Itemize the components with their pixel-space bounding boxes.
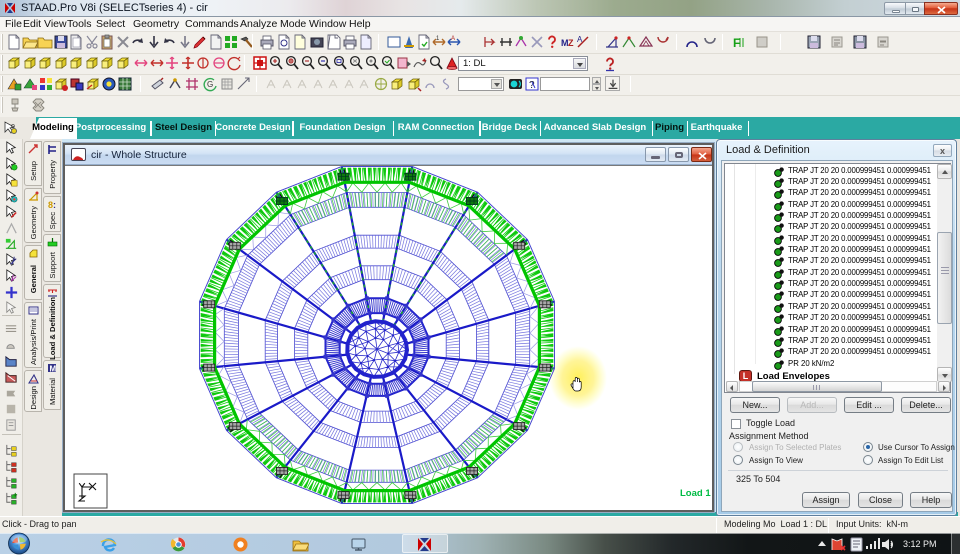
svg-text:Load 1: Load 1 (680, 488, 711, 499)
svg-text:Z: Z (568, 38, 574, 48)
svg-text:F: F (733, 36, 740, 50)
svg-text:G: G (207, 80, 213, 89)
svg-text:A: A (577, 35, 583, 44)
svg-text::: : (53, 200, 56, 210)
svg-text:M: M (50, 365, 57, 374)
svg-text:1: 1 (436, 36, 440, 42)
svg-text:A: A (451, 36, 455, 42)
